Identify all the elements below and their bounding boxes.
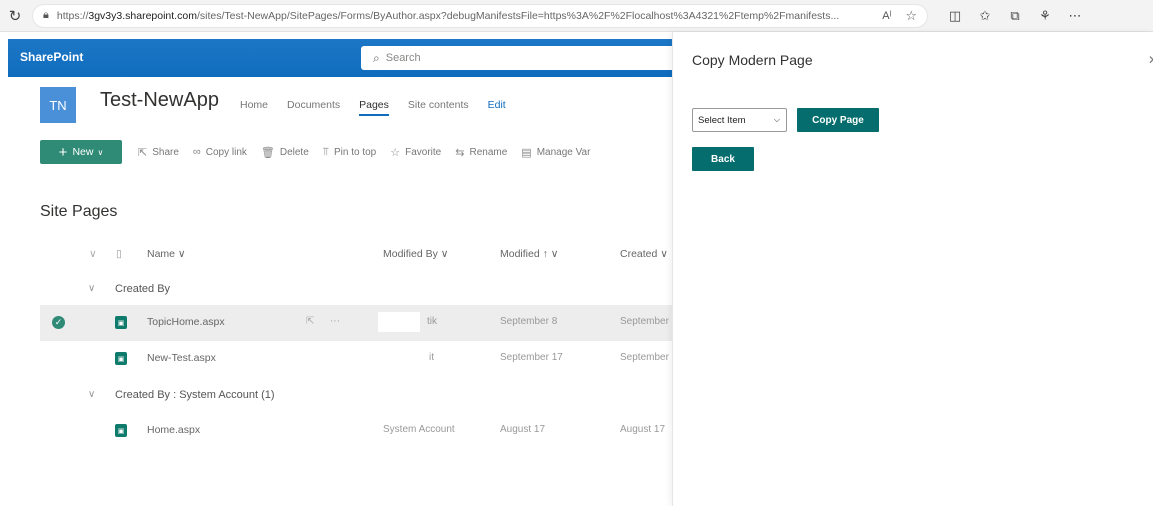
- share-icon[interactable]: ⇱: [306, 316, 314, 327]
- suite-bar: SharePoint ⌕ Search: [8, 39, 681, 77]
- site-logo[interactable]: TN: [40, 87, 76, 123]
- chevron-down-icon: ⌵: [773, 115, 780, 124]
- group-header[interactable]: ∨ Created By : System Account (1): [40, 382, 673, 412]
- panel-title: Copy Modern Page: [692, 52, 813, 68]
- favorite-command[interactable]: ☆ Favorite: [390, 146, 441, 159]
- table-row[interactable]: ▣ Home.aspx System Account August 17 Aug…: [40, 413, 673, 449]
- group-header[interactable]: ∨ Created By: [40, 276, 673, 306]
- pin-icon: ⫪: [322, 145, 329, 158]
- created-date: August 17: [620, 424, 666, 435]
- chevron-down-icon[interactable]: ∨: [88, 389, 95, 400]
- manage-versions-command[interactable]: ▤ Manage Var: [521, 146, 590, 159]
- modified-by: System Account: [383, 424, 455, 435]
- new-label: New: [72, 146, 94, 158]
- collapse-all-icon[interactable]: ∨: [89, 248, 97, 260]
- command-bar: + New ∨ ⇱ Share ∞ Copy link 🗑︎ Delete ⫪ Pin …: [40, 140, 673, 164]
- browser-toolbar: ↻ 🔒︎ https://3gv3y3.sharepoint.com/sites…: [0, 0, 1153, 32]
- favorite-star-icon[interactable]: ☆: [905, 8, 917, 24]
- redacted-area: [378, 312, 420, 332]
- address-text: https://3gv3y3.sharepoint.com/sites/Test…: [56, 9, 840, 22]
- more-menu-icon[interactable]: ⋯: [1060, 8, 1090, 24]
- versions-icon: ▤: [521, 146, 532, 159]
- nav-documents[interactable]: Documents: [287, 99, 340, 116]
- share-icon: ⇱: [138, 146, 148, 159]
- close-icon[interactable]: ✕: [1148, 53, 1153, 67]
- search-input[interactable]: ⌕ Search: [361, 46, 681, 70]
- column-modified[interactable]: Modified ↑ ∨: [500, 248, 558, 260]
- page-file-icon: ▣: [115, 424, 127, 437]
- nav-home[interactable]: Home: [240, 99, 268, 116]
- modified-date: September 8: [500, 316, 558, 327]
- extensions-icon[interactable]: ⚘: [1030, 8, 1060, 24]
- search-icon: ⌕: [373, 50, 380, 65]
- app-title[interactable]: SharePoint: [20, 50, 83, 64]
- delete-command[interactable]: 🗑︎ Delete: [261, 146, 309, 159]
- check-icon[interactable]: ✓: [52, 316, 65, 329]
- created-date: September: [620, 352, 669, 363]
- modified-date: September 17: [500, 352, 563, 363]
- collections-icon[interactable]: ⧉: [1000, 8, 1030, 24]
- column-name[interactable]: Name ∨: [147, 248, 186, 260]
- site-title[interactable]: Test-NewApp: [100, 89, 219, 112]
- link-icon: ∞: [192, 146, 201, 158]
- rename-command[interactable]: ⇆ Rename: [455, 146, 507, 159]
- modified-date: August 17: [500, 424, 546, 435]
- nav-site-contents[interactable]: Site contents: [408, 99, 469, 116]
- page-file-icon: ▣: [115, 352, 127, 365]
- page-file-icon: ▣: [115, 316, 127, 329]
- file-name[interactable]: New-Test.aspx: [147, 352, 216, 364]
- split-screen-icon[interactable]: ◫: [940, 8, 970, 24]
- modified-by: tik: [427, 316, 437, 327]
- rename-icon: ⇆: [455, 146, 465, 159]
- trash-icon: 🗑︎: [260, 146, 275, 159]
- copy-page-button[interactable]: Copy Page: [797, 108, 879, 132]
- chevron-down-icon[interactable]: ∨: [88, 283, 95, 294]
- new-button[interactable]: + New ∨: [40, 140, 122, 164]
- file-type-icon[interactable]: ▯: [116, 248, 122, 260]
- file-name[interactable]: TopicHome.aspx: [147, 316, 225, 328]
- more-icon[interactable]: ⋯: [330, 316, 340, 327]
- pin-to-top-command[interactable]: ⫪ Pin to top: [323, 146, 376, 159]
- site-navigation: Home Documents Pages Site contents Edit: [240, 99, 525, 116]
- column-created[interactable]: Created ∨: [620, 248, 668, 260]
- table-row[interactable]: ▣ New-Test.aspx it September 17 Septembe…: [40, 341, 673, 377]
- nav-edit[interactable]: Edit: [488, 99, 506, 116]
- chevron-down-icon: ∨: [97, 147, 104, 157]
- copy-page-panel: Copy Modern Page ✕ Select Item ⌵ Copy Pa…: [672, 32, 1153, 506]
- read-aloud-icon[interactable]: Aˡ: [872, 10, 891, 22]
- nav-pages[interactable]: Pages: [359, 99, 389, 116]
- lock-icon[interactable]: 🔒︎: [43, 9, 49, 22]
- search-placeholder: Search: [385, 52, 421, 64]
- back-button[interactable]: Back: [692, 147, 754, 171]
- favorites-icon[interactable]: ✩: [970, 8, 1000, 24]
- copy-link-command[interactable]: ∞ Copy link: [193, 146, 247, 158]
- reload-icon[interactable]: ↻: [0, 7, 30, 25]
- address-bar[interactable]: 🔒︎ https://3gv3y3.sharepoint.com/sites/T…: [32, 3, 928, 28]
- list-header: ∨ ▯ Name ∨ Modified By ∨ Modified ↑ ∨ Cr…: [40, 236, 673, 272]
- table-row[interactable]: ✓ ▣ TopicHome.aspx ⇱ ⋯ tik September 8 S…: [40, 305, 673, 341]
- column-modified-by[interactable]: Modified By ∨: [383, 248, 448, 260]
- file-name[interactable]: Home.aspx: [147, 424, 200, 436]
- star-icon: ☆: [390, 146, 401, 159]
- created-date: September: [620, 316, 669, 327]
- plus-icon: +: [58, 143, 68, 161]
- page-select-dropdown[interactable]: Select Item ⌵: [692, 108, 787, 132]
- modified-by: it: [429, 352, 434, 363]
- select-value: Select Item: [698, 114, 746, 126]
- list-title: Site Pages: [40, 203, 118, 220]
- share-command[interactable]: ⇱ Share: [138, 146, 179, 159]
